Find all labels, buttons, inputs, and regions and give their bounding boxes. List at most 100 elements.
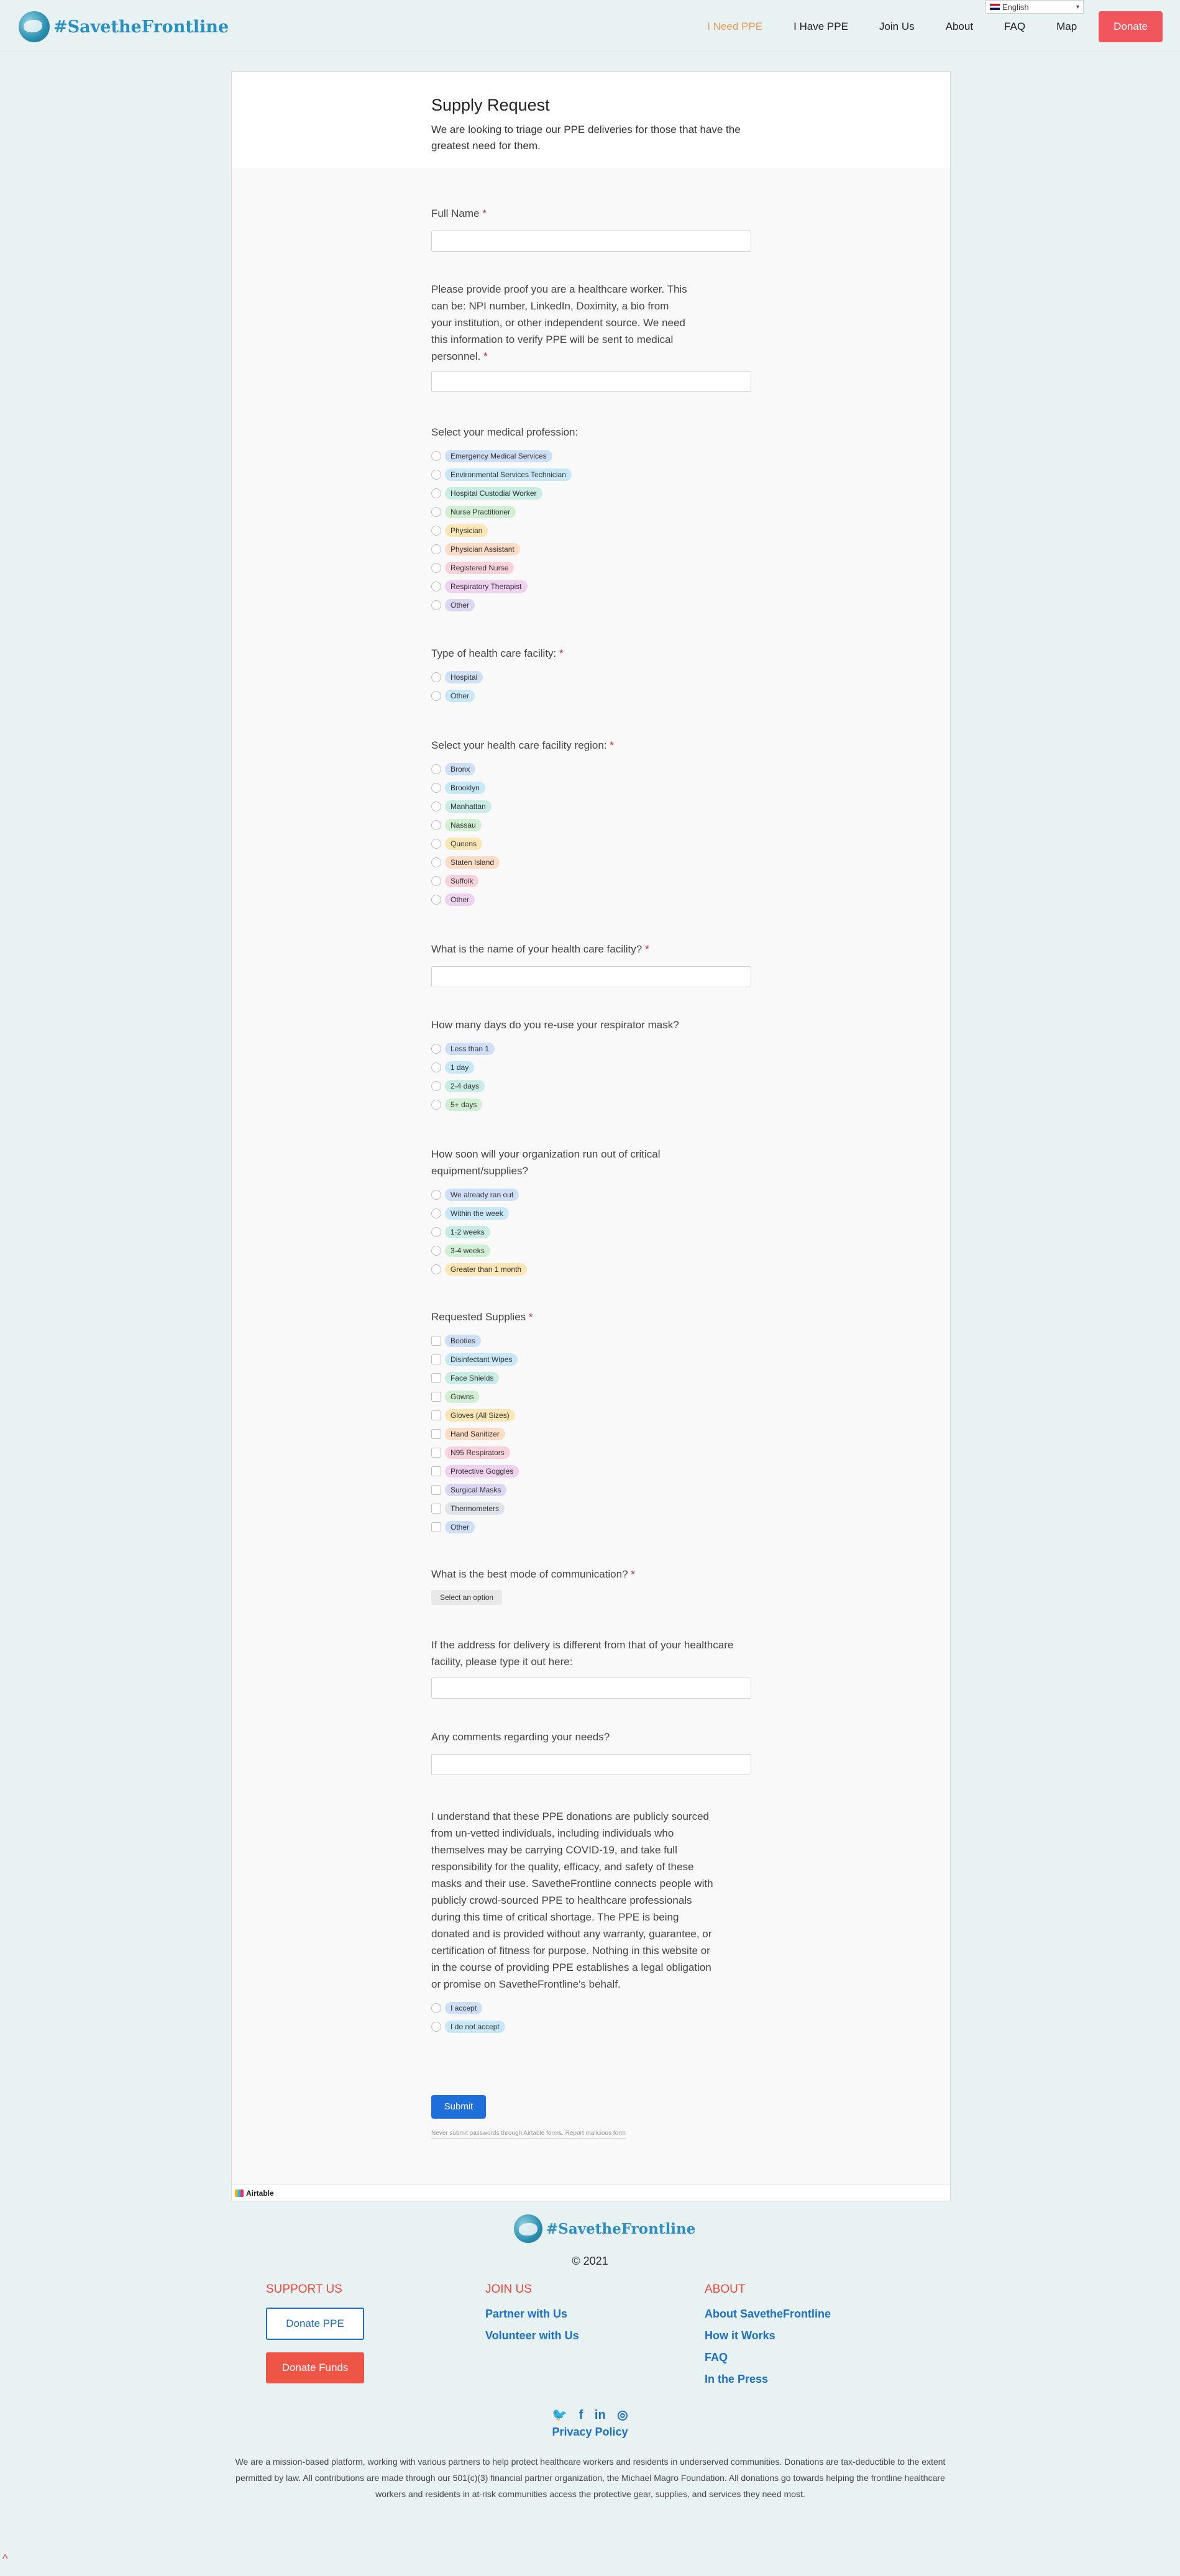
checkbox[interactable]	[431, 1485, 441, 1495]
radio-button[interactable]	[431, 764, 441, 774]
address-input[interactable]	[431, 1678, 751, 1699]
accept-option[interactable]: I accept	[431, 1999, 717, 2017]
radio-button[interactable]	[431, 1190, 441, 1200]
reuse-option[interactable]: 1 day	[431, 1058, 751, 1077]
checkbox[interactable]	[431, 1373, 441, 1383]
supply-option[interactable]: Gowns	[431, 1387, 751, 1406]
radio-button[interactable]	[431, 600, 441, 610]
radio-button[interactable]	[431, 672, 441, 682]
profession-option[interactable]: Physician Assistant	[431, 540, 751, 559]
supply-option[interactable]: Disinfectant Wipes	[431, 1350, 751, 1369]
footer-logo[interactable]: #SavetheFrontline	[514, 2214, 695, 2243]
checkbox[interactable]	[431, 1410, 441, 1420]
radio-button[interactable]	[431, 470, 441, 480]
supply-option[interactable]: Gloves (All Sizes)	[431, 1406, 751, 1425]
checkbox[interactable]	[431, 1448, 441, 1458]
radio-button[interactable]	[431, 802, 441, 811]
runout-option[interactable]: 3-4 weeks	[431, 1241, 692, 1260]
instagram-icon[interactable]: ◎	[617, 2407, 628, 2423]
checkbox[interactable]	[431, 1336, 441, 1346]
radio-button[interactable]	[431, 1246, 441, 1256]
checkbox[interactable]	[431, 1466, 441, 1476]
region-option[interactable]: Suffolk	[431, 872, 751, 890]
runout-option[interactable]: 1-2 weeks	[431, 1223, 692, 1241]
facility-type-option[interactable]: Hospital	[431, 668, 751, 687]
nav-i-need-ppe[interactable]: I Need PPE	[707, 21, 762, 33]
about-link[interactable]: About SavetheFrontline	[705, 2308, 831, 2321]
radio-button[interactable]	[431, 1062, 441, 1072]
profession-option[interactable]: Emergency Medical Services	[431, 447, 751, 465]
radio-button[interactable]	[431, 1227, 441, 1237]
supply-option[interactable]: Thermometers	[431, 1499, 751, 1518]
comments-input[interactable]	[431, 1754, 751, 1775]
partner-link[interactable]: Partner with Us	[485, 2308, 579, 2321]
scroll-top-icon[interactable]: ^	[2, 2552, 7, 2565]
donate-button[interactable]: Donate	[1099, 11, 1163, 42]
donate-funds-button[interactable]: Donate Funds	[266, 2352, 364, 2383]
radio-button[interactable]	[431, 857, 441, 867]
nav-join-us[interactable]: Join Us	[879, 21, 915, 33]
runout-option[interactable]: We already ran out	[431, 1185, 692, 1204]
profession-option[interactable]: Other	[431, 596, 751, 614]
privacy-policy-link[interactable]: Privacy Policy	[0, 2426, 1180, 2439]
profession-option[interactable]: Hospital Custodial Worker	[431, 484, 751, 503]
supply-option[interactable]: Booties	[431, 1331, 751, 1350]
nav-i-have-ppe[interactable]: I Have PPE	[794, 21, 848, 33]
radio-button[interactable]	[431, 876, 441, 886]
profession-option[interactable]: Nurse Practitioner	[431, 503, 751, 521]
radio-button[interactable]	[431, 2022, 441, 2032]
radio-button[interactable]	[431, 1208, 441, 1218]
reuse-option[interactable]: Less than 1	[431, 1039, 751, 1058]
region-option[interactable]: Brooklyn	[431, 779, 751, 797]
runout-option[interactable]: Greater than 1 month	[431, 1260, 692, 1279]
radio-button[interactable]	[431, 2003, 441, 2013]
twitter-icon[interactable]: 🐦	[552, 2407, 567, 2423]
press-link[interactable]: In the Press	[705, 2373, 831, 2386]
volunteer-link[interactable]: Volunteer with Us	[485, 2329, 579, 2342]
nav-map[interactable]: Map	[1056, 21, 1077, 33]
radio-button[interactable]	[431, 1100, 441, 1110]
supply-option[interactable]: Surgical Masks	[431, 1481, 751, 1499]
radio-button[interactable]	[431, 507, 441, 517]
region-option[interactable]: Manhattan	[431, 797, 751, 816]
radio-button[interactable]	[431, 839, 441, 849]
profession-option[interactable]: Respiratory Therapist	[431, 577, 751, 596]
radio-button[interactable]	[431, 451, 441, 461]
profession-option[interactable]: Registered Nurse	[431, 559, 751, 577]
profession-option[interactable]: Physician	[431, 521, 751, 540]
checkbox[interactable]	[431, 1354, 441, 1364]
radio-button[interactable]	[431, 1081, 441, 1091]
airtable-fineprint[interactable]: Never submit passwords through Airtable …	[431, 2130, 626, 2139]
profession-option[interactable]: Environmental Services Technician	[431, 465, 751, 484]
radio-button[interactable]	[431, 783, 441, 793]
communication-select[interactable]: Select an option	[431, 1590, 503, 1605]
nav-faq[interactable]: FAQ	[1004, 21, 1025, 33]
radio-button[interactable]	[431, 582, 441, 591]
radio-button[interactable]	[431, 691, 441, 701]
region-option[interactable]: Staten Island	[431, 853, 751, 872]
donate-ppe-button[interactable]: Donate PPE	[266, 2308, 364, 2340]
full-name-input[interactable]	[431, 231, 751, 252]
checkbox[interactable]	[431, 1522, 441, 1532]
supply-option[interactable]: Face Shields	[431, 1369, 751, 1387]
supply-option[interactable]: Protective Goggles	[431, 1462, 751, 1481]
accept-option[interactable]: I do not accept	[431, 2017, 717, 2036]
how-it-works-link[interactable]: How it Works	[705, 2329, 831, 2342]
radio-button[interactable]	[431, 820, 441, 830]
checkbox[interactable]	[431, 1429, 441, 1439]
radio-button[interactable]	[431, 526, 441, 536]
checkbox[interactable]	[431, 1504, 441, 1514]
submit-button[interactable]: Submit	[431, 2095, 486, 2119]
radio-button[interactable]	[431, 1264, 441, 1274]
radio-button[interactable]	[431, 1044, 441, 1054]
region-option[interactable]: Other	[431, 890, 751, 909]
proof-input[interactable]	[431, 371, 751, 392]
region-option[interactable]: Queens	[431, 834, 751, 853]
checkbox[interactable]	[431, 1392, 441, 1402]
radio-button[interactable]	[431, 895, 441, 905]
region-option[interactable]: Nassau	[431, 816, 751, 834]
region-option[interactable]: Bronx	[431, 760, 751, 779]
reuse-option[interactable]: 2-4 days	[431, 1077, 751, 1095]
supply-option[interactable]: N95 Respirators	[431, 1443, 751, 1462]
facebook-icon[interactable]: f	[579, 2408, 583, 2423]
